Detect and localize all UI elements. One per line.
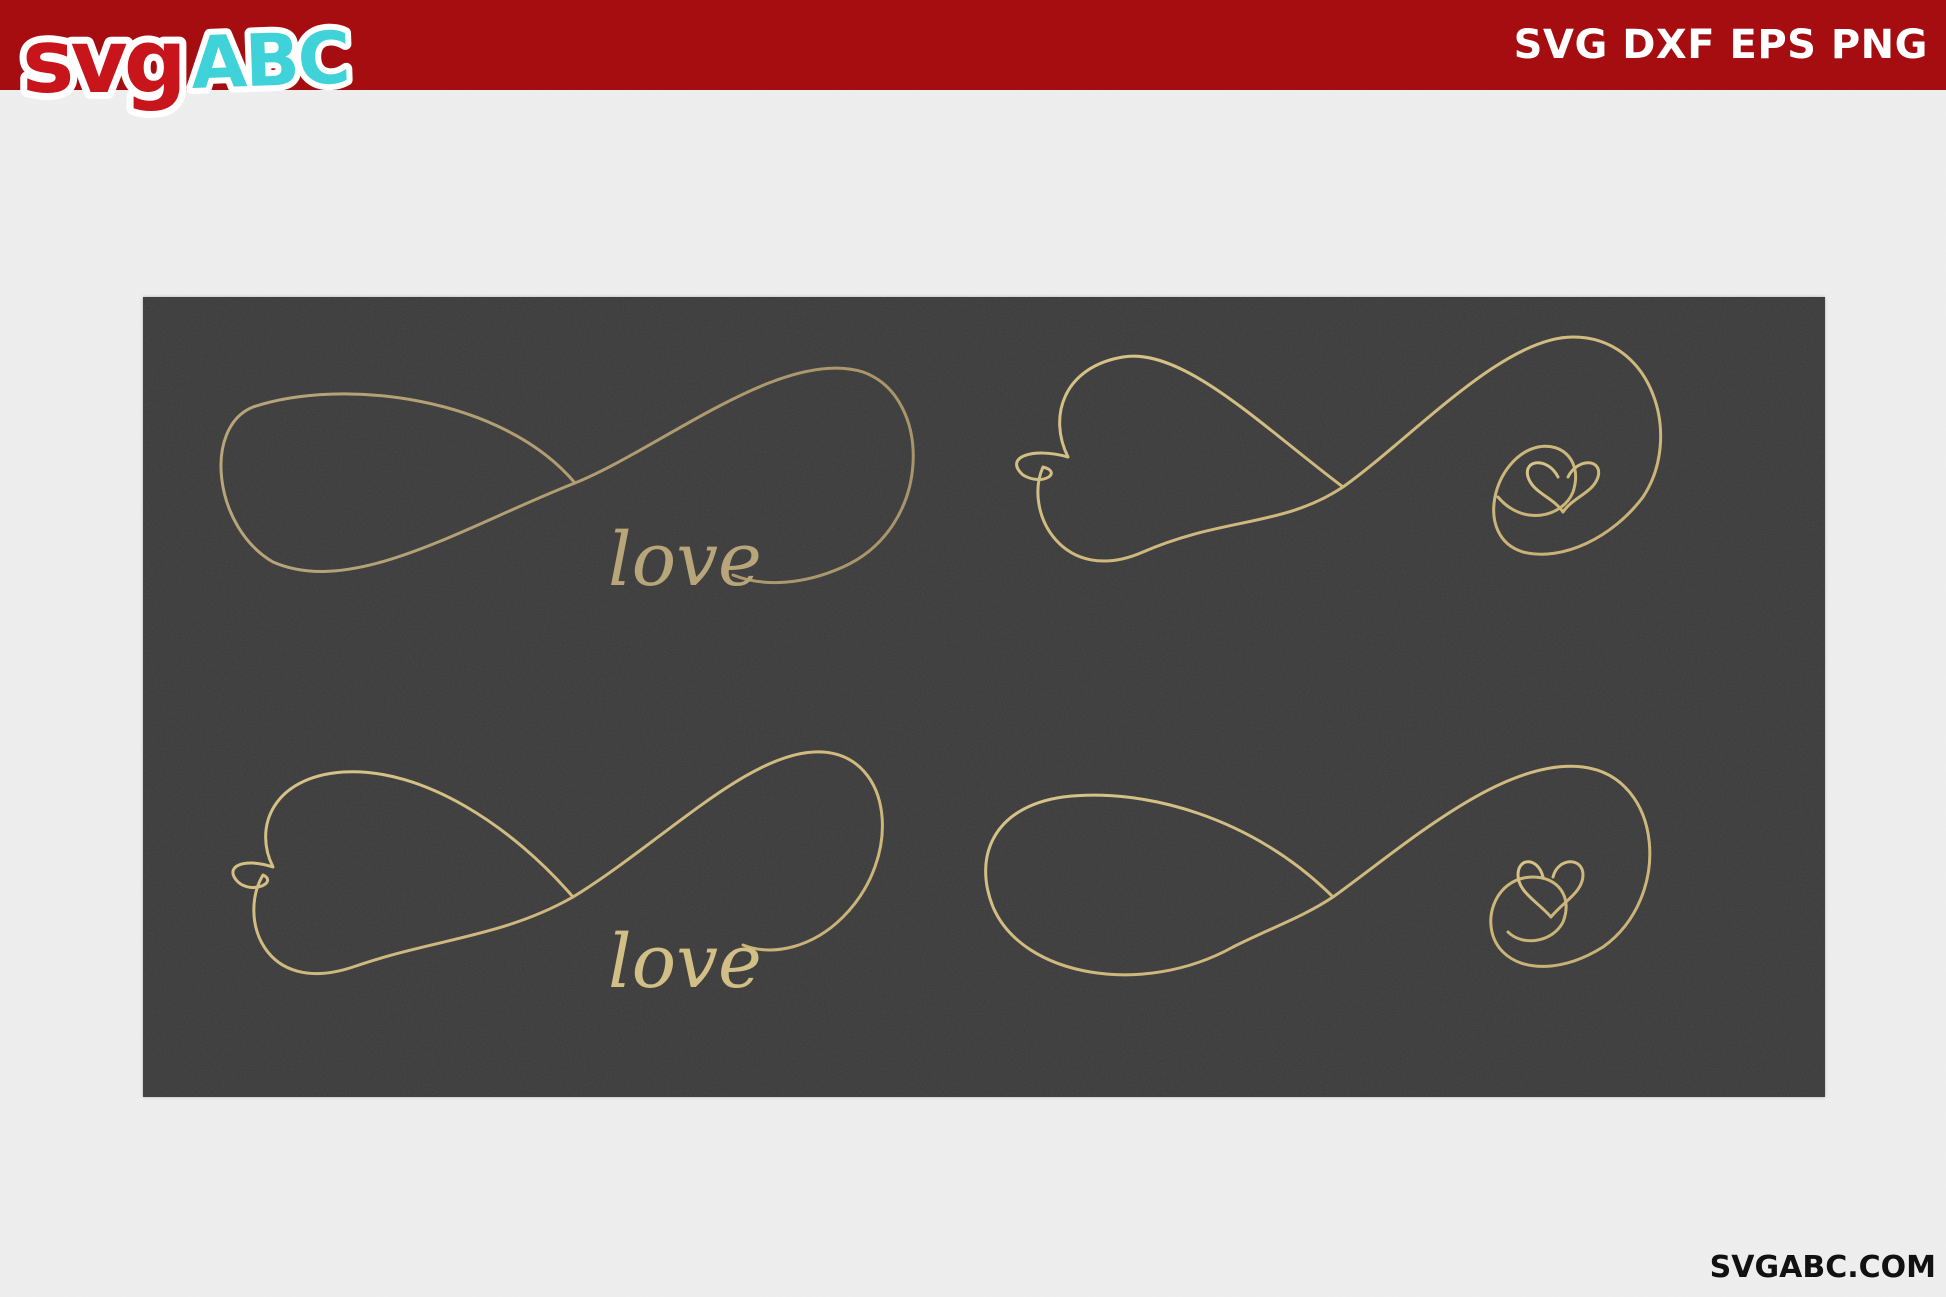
infinity-heart-love-word: love <box>608 919 762 1005</box>
infinity-love-word: love <box>608 517 762 603</box>
logo-part-1: svg <box>22 10 183 113</box>
site-url: SVGABC.COM <box>1709 1250 1936 1285</box>
svgabc-logo: svg svg ABC ABC <box>15 10 356 120</box>
artwork-canvas: love love <box>143 297 1825 1097</box>
file-formats-label: SVG DXF EPS PNG <box>1513 22 1928 68</box>
artwork-board: love love <box>143 297 1825 1097</box>
logo-part-2: ABC <box>190 16 350 105</box>
